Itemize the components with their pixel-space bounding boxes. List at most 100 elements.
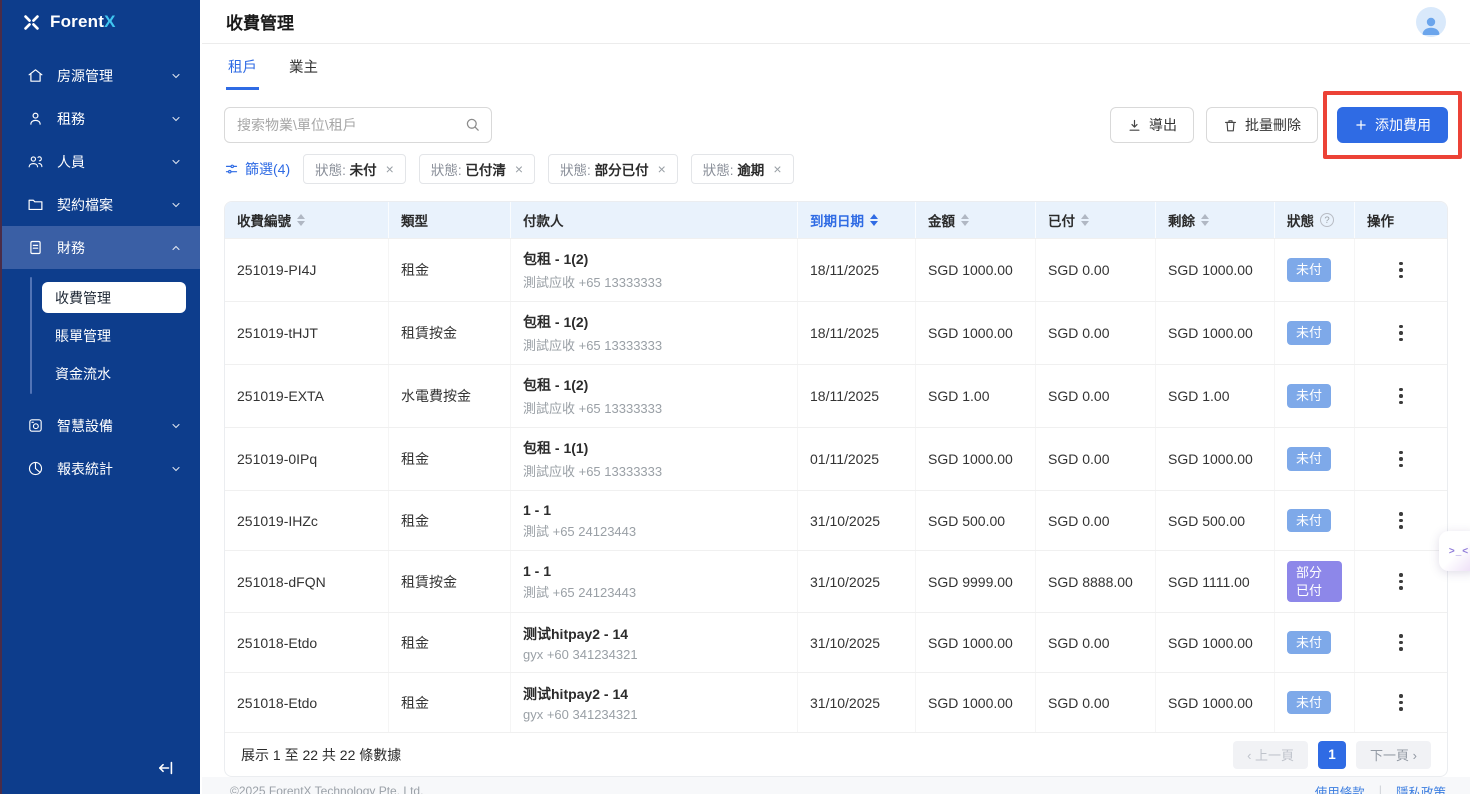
tab-landlord[interactable]: 業主 — [287, 44, 320, 90]
status-badge: 未付 — [1287, 631, 1331, 655]
prev-page-button[interactable]: ‹ 上一頁 — [1233, 741, 1308, 769]
sidebar-item-contracts[interactable]: 契約檔案 — [2, 183, 200, 226]
floating-helper-widget[interactable]: >_< — [1439, 531, 1470, 571]
filter-label: 篩選(4) — [245, 159, 290, 179]
col-charge-id[interactable]: 收費編號 — [225, 202, 389, 238]
cell-charge-id: 251018-Etdo — [225, 673, 389, 732]
sort-icon[interactable] — [870, 214, 878, 226]
cell-status: 未付 — [1275, 613, 1355, 672]
cell-actions — [1355, 491, 1447, 550]
sidebar-item-smart-devices[interactable]: 智慧設備 — [2, 404, 200, 447]
sidebar-item-properties[interactable]: 房源管理 — [2, 54, 200, 97]
more-actions-icon[interactable] — [1395, 384, 1407, 409]
cell-actions — [1355, 428, 1447, 490]
cell-status: 未付 — [1275, 365, 1355, 427]
cell-due-date: 31/10/2025 — [798, 551, 916, 612]
search-icon[interactable] — [464, 116, 481, 133]
col-paid[interactable]: 已付 — [1036, 202, 1156, 238]
cell-actions — [1355, 613, 1447, 672]
sidebar-item-label: 財務 — [57, 238, 170, 258]
col-remaining[interactable]: 剩餘 — [1156, 202, 1275, 238]
cell-paid: SGD 0.00 — [1036, 365, 1156, 427]
sidebar: ForentX 房源管理 租務 人員 — [0, 0, 200, 794]
cell-paid: SGD 0.00 — [1036, 428, 1156, 490]
question-circle-icon[interactable]: ? — [1320, 213, 1334, 227]
sidebar-item-tenancy[interactable]: 租務 — [2, 97, 200, 140]
table-row: 251018-Etdo 租金 测试hitpay2 - 14gyx +60 341… — [225, 612, 1447, 672]
user-avatar[interactable] — [1416, 7, 1446, 37]
chip-value: 未付 — [350, 163, 377, 178]
more-actions-icon[interactable] — [1395, 258, 1407, 283]
more-actions-icon[interactable] — [1395, 321, 1407, 346]
status-badge: 未付 — [1287, 509, 1331, 533]
cell-amount: SGD 9999.00 — [916, 551, 1036, 612]
cell-status: 部分已付 — [1275, 551, 1355, 612]
sort-icon[interactable] — [1081, 214, 1089, 226]
cell-remaining: SGD 1.00 — [1156, 365, 1275, 427]
cell-charge-id: 251019-EXTA — [225, 365, 389, 427]
sidebar-item-personnel[interactable]: 人員 — [2, 140, 200, 183]
cell-status: 未付 — [1275, 673, 1355, 732]
filter-chip-unpaid: 狀態: 未付 × — [303, 154, 406, 184]
chip-remove-icon[interactable]: × — [658, 162, 666, 176]
tab-tenant[interactable]: 租戶 — [226, 44, 259, 90]
chip-remove-icon[interactable]: × — [386, 162, 394, 176]
brand-logo[interactable]: ForentX — [2, 0, 200, 44]
cell-amount: SGD 1000.00 — [916, 673, 1036, 732]
more-actions-icon[interactable] — [1395, 630, 1407, 655]
more-actions-icon[interactable] — [1395, 690, 1407, 715]
app-window: ForentX 房源管理 租務 人員 — [0, 0, 1470, 794]
chip-field: 狀態: — [431, 163, 462, 178]
sidebar-item-reports[interactable]: 報表統計 — [2, 447, 200, 490]
cell-payer: 包租 - 1(2)測試应收 +65 13333333 — [511, 302, 798, 364]
more-actions-icon[interactable] — [1395, 447, 1407, 472]
collapse-arrow-icon — [156, 758, 176, 778]
sidebar-item-charge-management[interactable]: 收費管理 — [42, 282, 186, 313]
sidebar-item-label: 報表統計 — [57, 459, 170, 479]
next-page-button[interactable]: 下一頁 › — [1356, 741, 1431, 769]
download-icon — [1127, 118, 1142, 133]
sort-icon[interactable] — [297, 214, 305, 226]
search-input[interactable] — [224, 107, 492, 143]
more-actions-icon[interactable] — [1395, 508, 1407, 533]
submenu-label: 收費管理 — [55, 288, 111, 308]
document-icon — [27, 239, 44, 256]
sidebar-item-cash-flow[interactable]: 資金流水 — [42, 358, 186, 389]
cell-remaining: SGD 1000.00 — [1156, 239, 1275, 301]
filter-toggle[interactable]: 篩選(4) — [224, 159, 290, 179]
sidebar-item-label: 智慧設備 — [57, 416, 170, 436]
plus-icon — [1354, 118, 1368, 132]
cell-paid: SGD 0.00 — [1036, 673, 1156, 732]
sort-icon[interactable] — [1201, 214, 1209, 226]
cell-status: 未付 — [1275, 428, 1355, 490]
tab-bar: 租戶 業主 — [202, 44, 1470, 90]
filter-chip-paid: 狀態: 已付清 × — [419, 154, 535, 184]
col-amount[interactable]: 金額 — [916, 202, 1036, 238]
sidebar-collapse-button[interactable] — [152, 756, 180, 780]
terms-link[interactable]: 使用條款 — [1315, 782, 1365, 794]
cell-status: 未付 — [1275, 491, 1355, 550]
chip-remove-icon[interactable]: × — [515, 162, 523, 176]
export-button[interactable]: 導出 — [1110, 107, 1194, 143]
table-row: 251019-IHZc 租金 1 - 1測試 +65 24123443 31/1… — [225, 490, 1447, 550]
col-due-date[interactable]: 到期日期 — [798, 202, 916, 238]
chip-remove-icon[interactable]: × — [773, 162, 781, 176]
brand-name: ForentX — [50, 12, 116, 32]
status-badge: 未付 — [1287, 258, 1331, 282]
privacy-link[interactable]: 隱私政策 — [1396, 782, 1446, 794]
chevron-down-icon — [170, 420, 182, 432]
cell-type: 水電費按金 — [389, 365, 511, 427]
sidebar-item-bill-management[interactable]: 賬單管理 — [42, 320, 186, 351]
title-bar: 收費管理 — [202, 0, 1470, 44]
filter-chip-overdue: 狀態: 逾期 × — [691, 154, 794, 184]
sidebar-item-finance[interactable]: 財務 — [2, 226, 200, 269]
sort-icon[interactable] — [961, 214, 969, 226]
cell-due-date: 18/11/2025 — [798, 239, 916, 301]
cell-amount: SGD 1.00 — [916, 365, 1036, 427]
more-actions-icon[interactable] — [1395, 569, 1407, 594]
cell-status: 未付 — [1275, 239, 1355, 301]
page-number-button[interactable]: 1 — [1318, 741, 1346, 769]
bulk-delete-button[interactable]: 批量刪除 — [1206, 107, 1318, 143]
add-fee-button[interactable]: 添加費用 — [1337, 107, 1448, 143]
cell-actions — [1355, 673, 1447, 732]
